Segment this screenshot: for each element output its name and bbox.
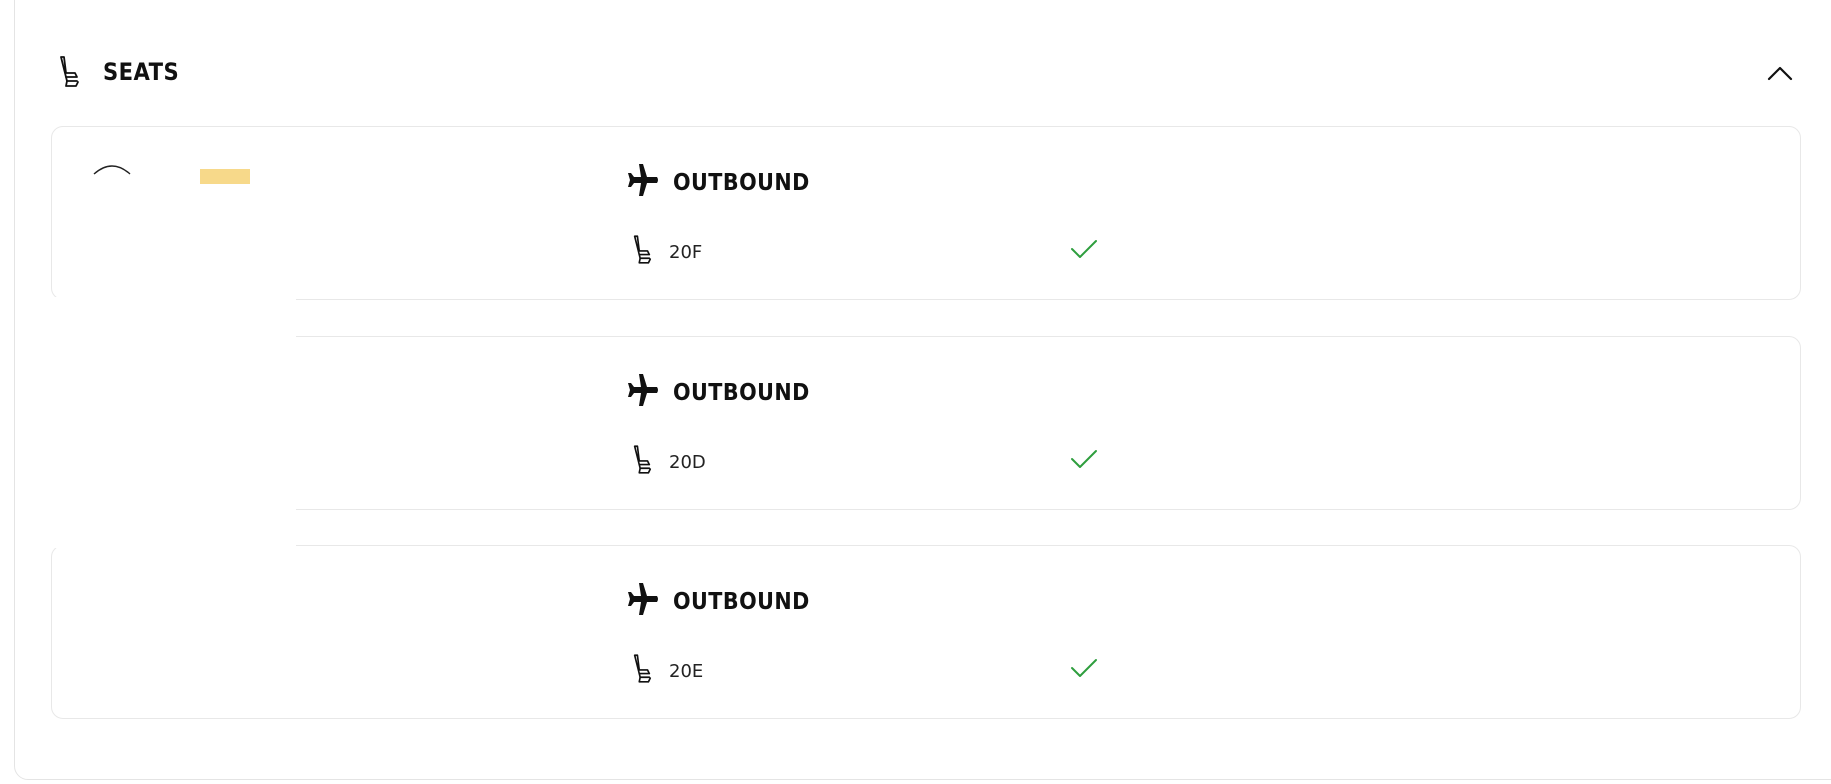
seat-card	[50, 297, 1801, 511]
flight-direction-label: OUTBOUND	[673, 379, 810, 406]
loading-spinner-icon	[93, 165, 131, 175]
seat-assignment-row: 20F	[631, 232, 702, 273]
flight-direction-row: OUTBOUND	[627, 163, 825, 202]
chevron-up-icon	[1767, 66, 1793, 81]
seat-icon	[631, 651, 653, 692]
seat-assignment-row: 20D	[631, 442, 706, 483]
section-header: SEATS	[55, 52, 190, 92]
airplane-icon	[627, 163, 659, 202]
seat-card	[50, 506, 1801, 719]
section-title: SEATS	[103, 58, 180, 86]
flight-direction-label: OUTBOUND	[673, 169, 810, 196]
loading-overlay	[52, 300, 292, 542]
seat-icon	[631, 442, 653, 483]
flight-direction-row: OUTBOUND	[627, 582, 825, 621]
seat-card	[51, 126, 1801, 300]
check-icon	[1071, 450, 1097, 468]
seat-icon	[631, 232, 653, 273]
seats-page: SEATS OUTBOUND 20F OUTBOUND 20D OUTBOUND…	[0, 0, 1831, 784]
flight-direction-label: OUTBOUND	[673, 588, 810, 615]
seat-number: 20D	[669, 452, 706, 473]
seat-icon	[55, 54, 83, 90]
airplane-icon	[627, 582, 659, 621]
check-icon	[1071, 659, 1097, 677]
flight-direction-row: OUTBOUND	[627, 373, 825, 412]
seat-assignment-row: 20E	[631, 651, 703, 692]
seat-number: 20F	[669, 242, 703, 263]
loading-placeholder-bar	[200, 169, 250, 184]
check-icon	[1071, 240, 1097, 258]
seat-number: 20E	[669, 661, 704, 682]
airplane-icon	[627, 373, 659, 412]
collapse-button[interactable]	[1762, 58, 1798, 88]
